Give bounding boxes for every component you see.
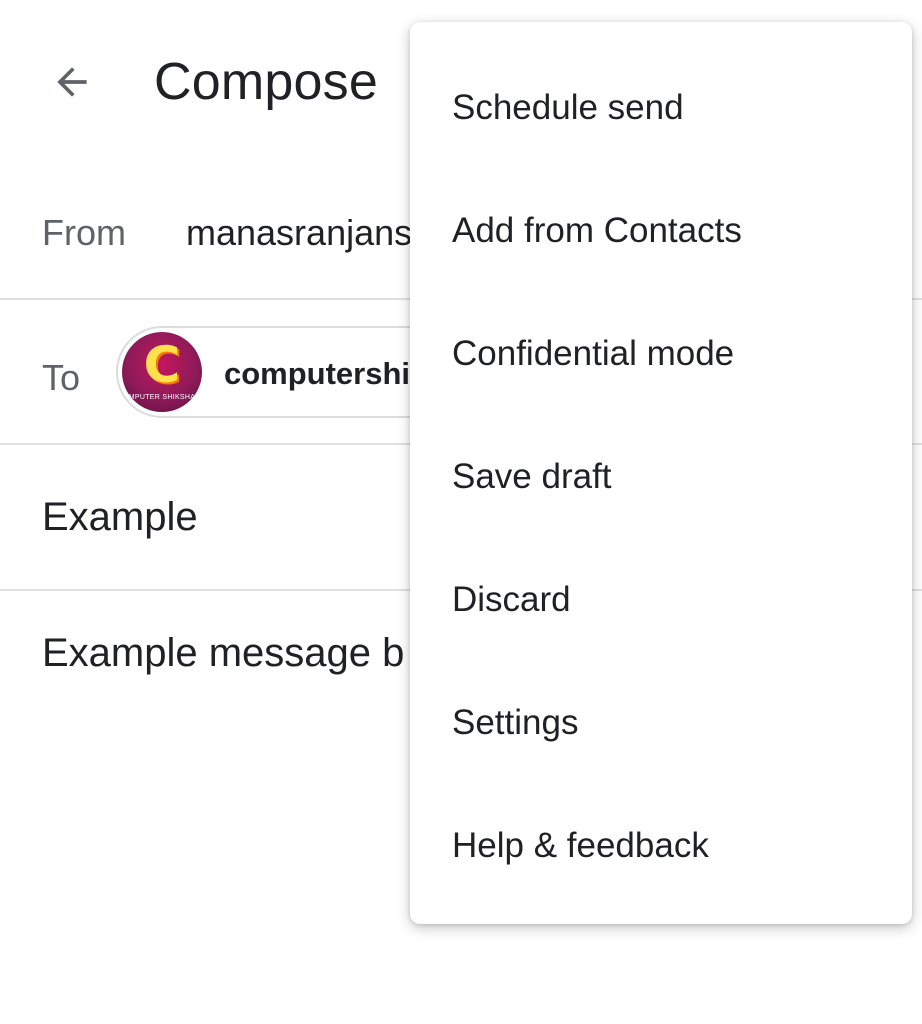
from-label: From xyxy=(42,212,126,253)
menu-item-schedule-send[interactable]: Schedule send xyxy=(410,46,912,169)
avatar-caption: MPUTER SHIKSHA xyxy=(128,394,196,401)
menu-item-save-draft[interactable]: Save draft xyxy=(410,415,912,538)
arrow-back-icon-svg xyxy=(57,67,87,97)
overflow-menu: Schedule send Add from Contacts Confiden… xyxy=(410,22,912,924)
to-label: To xyxy=(42,357,81,398)
menu-item-discard[interactable]: Discard xyxy=(410,538,912,661)
arrow-back-icon[interactable] xyxy=(40,50,104,114)
menu-item-help-feedback[interactable]: Help & feedback xyxy=(410,784,912,907)
menu-item-settings[interactable]: Settings xyxy=(410,661,912,784)
recipient-avatar: C MPUTER SHIKSHA xyxy=(122,332,202,412)
menu-item-add-from-contacts[interactable]: Add from Contacts xyxy=(410,169,912,292)
compose-screen: Compose From manasranjans To C MPUTER SH… xyxy=(0,0,922,1024)
subject-input[interactable]: Example xyxy=(42,495,198,540)
page-title: Compose xyxy=(154,53,378,111)
from-account-selector[interactable]: manasranjans xyxy=(186,212,412,254)
body-input[interactable]: Example message b xyxy=(42,631,404,676)
recipient-name: computershi xyxy=(224,356,411,391)
menu-item-confidential-mode[interactable]: Confidential mode xyxy=(410,292,912,415)
avatar-letter: C xyxy=(143,336,181,394)
